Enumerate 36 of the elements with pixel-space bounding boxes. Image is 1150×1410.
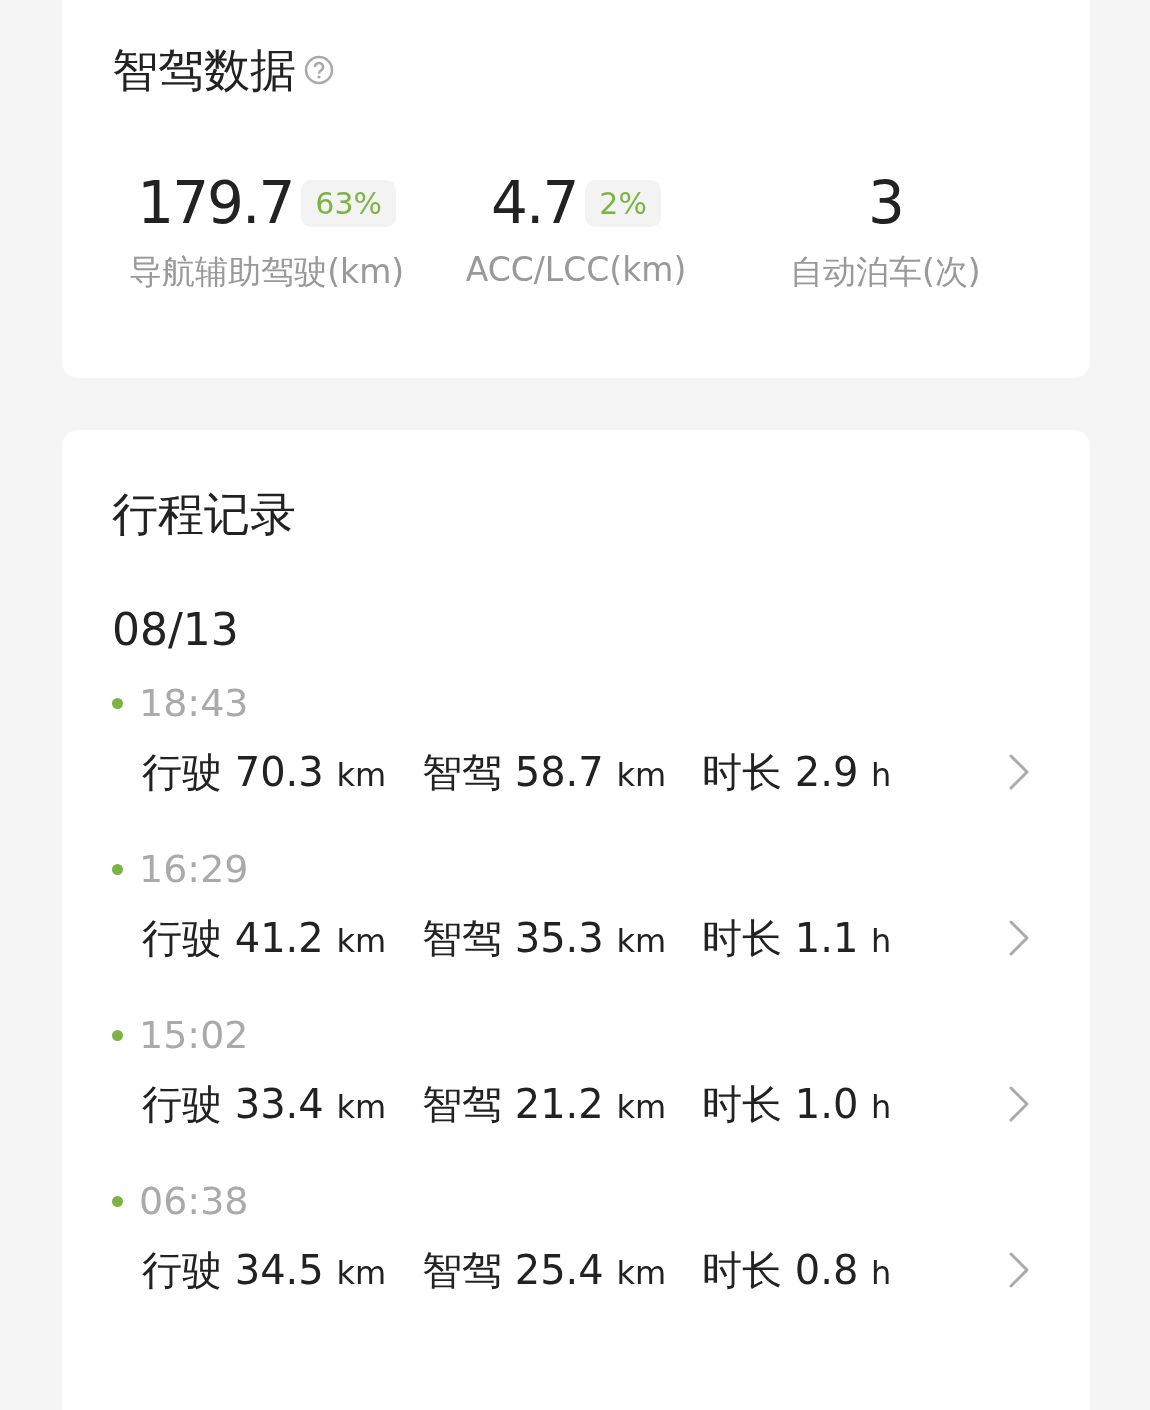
trip-metric: 智驾 25.4 km: [422, 1245, 668, 1295]
trip-date: 08/13: [112, 603, 240, 657]
help-icon[interactable]: [304, 55, 334, 85]
trip-metric: 时长 1.0 h: [702, 1079, 893, 1129]
trip-metric: 时长 0.8 h: [702, 1245, 893, 1295]
trip-metric: 智驾 58.7 km: [422, 747, 668, 797]
timeline-dot: [112, 863, 123, 875]
chevron-right-icon[interactable]: [1008, 1085, 1030, 1123]
trip-time: 15:02: [139, 1013, 249, 1057]
timeline-dot: [112, 697, 123, 709]
stat-label: 自动泊车(次): [789, 251, 981, 293]
trip-metric: 时长 1.1 h: [702, 913, 893, 963]
stat-value: 4.7: [491, 169, 578, 237]
stat-value: 179.7: [137, 169, 294, 237]
trip-metric: 行驶 70.3 km: [142, 747, 388, 797]
trip-metric: 智驾 35.3 km: [422, 913, 668, 963]
trip-metric: 行驶 41.2 km: [142, 913, 388, 963]
percent-badge: 2%: [585, 179, 661, 227]
card-title: 行程记录: [112, 486, 297, 543]
trip-metric: 智驾 21.2 km: [422, 1079, 668, 1129]
timeline-dot: [112, 1195, 123, 1207]
stat-label: 导航辅助驾驶(km): [129, 251, 405, 293]
trip-metric: 时长 2.9 h: [702, 747, 893, 797]
trip-time: 06:38: [139, 1179, 249, 1223]
trip-time: 18:43: [139, 681, 249, 725]
percent-badge: 63%: [301, 179, 397, 227]
timeline-dot: [112, 1029, 123, 1041]
trip-time: 16:29: [139, 847, 249, 891]
chevron-right-icon[interactable]: [1008, 1251, 1030, 1289]
card-title: 智驾数据: [112, 42, 296, 99]
trip-metric: 行驶 34.5 km: [142, 1245, 388, 1295]
stat-label: ACC/LCC(km): [465, 250, 687, 289]
stat-value: 3: [867, 169, 903, 237]
chevron-right-icon[interactable]: [1008, 919, 1030, 957]
chevron-right-icon[interactable]: [1008, 753, 1030, 791]
trip-metric: 行驶 33.4 km: [142, 1079, 388, 1129]
